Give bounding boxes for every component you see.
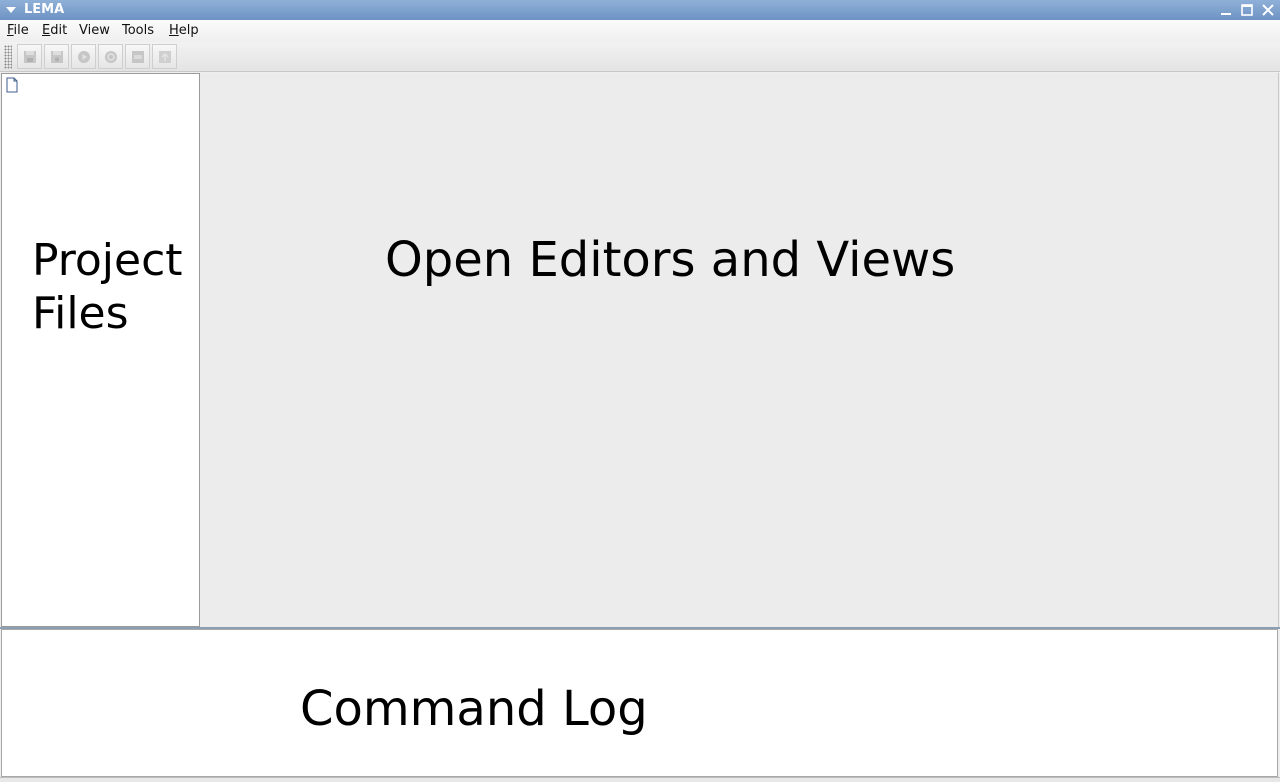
project-files-panel[interactable]: Project Files	[1, 73, 200, 627]
menu-help[interactable]: Help	[169, 23, 199, 39]
editor-area[interactable]: Open Editors and Views	[200, 73, 1279, 627]
minimize-icon[interactable]	[1219, 3, 1233, 17]
menu-edit[interactable]: Edit	[42, 23, 67, 39]
export-button[interactable]	[152, 44, 177, 69]
check-icon	[132, 51, 144, 63]
window-menu-icon[interactable]	[6, 7, 16, 13]
save-button[interactable]	[17, 44, 42, 69]
window-titlebar[interactable]: LEMA	[0, 0, 1280, 20]
editors-label: Open Editors and Views	[385, 232, 956, 288]
maximize-icon[interactable]	[1240, 3, 1254, 17]
command-log-panel[interactable]: Command Log	[1, 629, 1278, 777]
close-icon[interactable]	[1261, 3, 1275, 17]
status-strip	[0, 777, 1280, 782]
check-button[interactable]	[125, 44, 150, 69]
refresh-button[interactable]	[98, 44, 123, 69]
document-icon[interactable]	[5, 77, 19, 93]
save-icon	[24, 51, 36, 63]
toolbar	[0, 42, 1280, 72]
command-log-label: Command Log	[300, 681, 648, 737]
save-as-icon	[51, 51, 63, 63]
menu-file[interactable]: File	[7, 23, 29, 39]
refresh-icon	[105, 51, 117, 63]
run-icon	[78, 51, 90, 63]
toolbar-grip-handle[interactable]	[4, 45, 12, 69]
menu-view[interactable]: View	[79, 23, 110, 39]
menu-bar: File Edit View Tools Help	[0, 20, 1280, 42]
run-button[interactable]	[71, 44, 96, 69]
window-title: LEMA	[24, 2, 65, 17]
menu-tools[interactable]: Tools	[122, 23, 154, 39]
save-as-button[interactable]	[44, 44, 69, 69]
export-icon	[159, 51, 171, 63]
project-files-label: Project Files	[32, 235, 183, 339]
